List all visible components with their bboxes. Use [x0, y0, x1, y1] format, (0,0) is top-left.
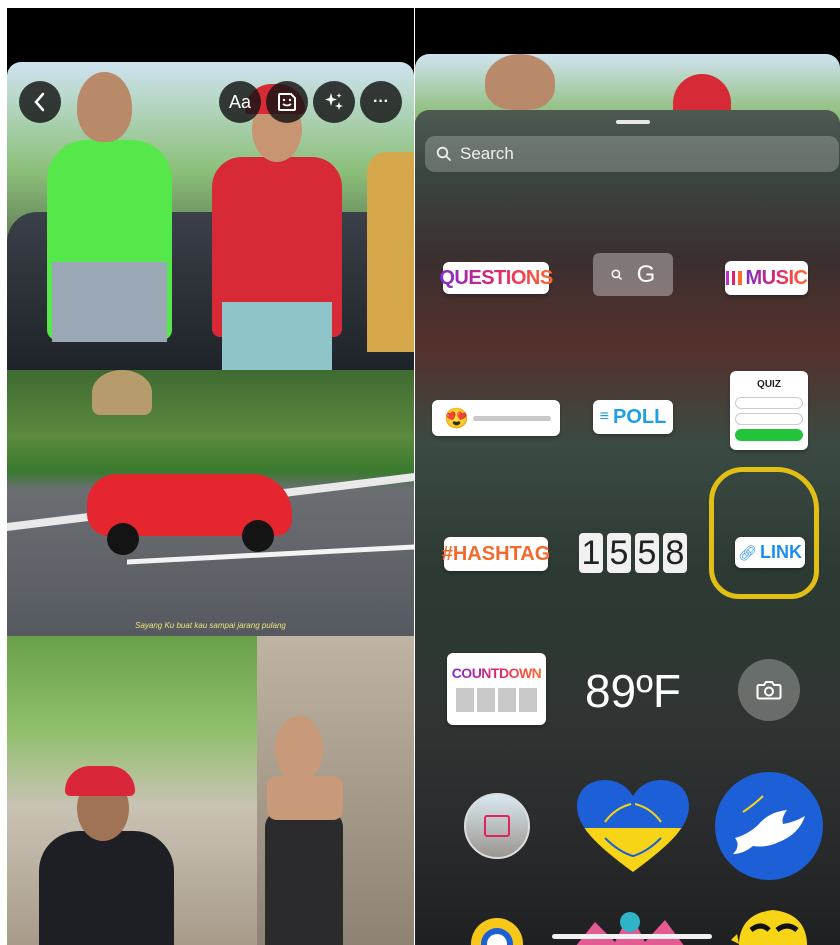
drag-handle[interactable]: [616, 120, 650, 124]
poll-lines-icon: ≡: [599, 408, 609, 425]
sticker-button[interactable]: [266, 81, 308, 123]
emoji-slider-sticker[interactable]: 😍: [432, 400, 560, 436]
countdown-sticker[interactable]: COUNTDOWN: [447, 653, 546, 725]
hashtag-label: #HASHTAG: [441, 542, 551, 565]
flower-icon: [471, 918, 523, 945]
search-icon: [611, 269, 622, 280]
effects-button[interactable]: [313, 81, 355, 123]
search-placeholder: Search: [460, 144, 514, 163]
time-digit: 5: [635, 533, 659, 573]
time-digit: 8: [663, 533, 687, 573]
link-icon: 🔗︎: [737, 544, 758, 562]
more-button[interactable]: ···: [360, 81, 402, 123]
text-tool-button[interactable]: Aa: [219, 81, 261, 123]
camera-icon: [756, 681, 782, 700]
face-icon: [731, 910, 807, 945]
text-tool-label: Aa: [228, 91, 252, 112]
video-caption: Sayang Ku buat kau sampai jarang pulang: [135, 621, 286, 630]
ukraine-heart-sticker[interactable]: [575, 778, 691, 874]
gif-label: G: [636, 260, 656, 288]
poll-label: POLL: [613, 405, 667, 428]
temperature-sticker[interactable]: 89ºF: [575, 665, 691, 717]
search-bar[interactable]: Search: [425, 136, 839, 172]
link-highlight-scribble: [709, 467, 819, 599]
countdown-label: COUNTDOWN: [451, 665, 542, 681]
quiz-option-1: [735, 397, 803, 409]
quiz-option-2: [735, 413, 803, 425]
chevron-left-icon: [34, 92, 45, 112]
search-icon: [436, 146, 451, 161]
sparkles-icon: [325, 93, 343, 110]
heart-icon: [577, 780, 689, 872]
sunflower-sticker[interactable]: [453, 900, 541, 945]
countdown-blocks: [456, 688, 537, 712]
hashtag-sticker[interactable]: #HASHTAG: [441, 537, 551, 571]
questions-sticker[interactable]: QUESTIONS: [439, 262, 553, 294]
face-sticker[interactable]: [727, 900, 819, 945]
sticker-icon: [278, 93, 296, 111]
person-silver-dress: [265, 811, 343, 945]
image-icon: [484, 815, 510, 837]
photo-bottom: [7, 636, 414, 945]
link-label: LINK: [760, 542, 803, 562]
quiz-sticker[interactable]: QUIZ: [730, 371, 808, 450]
time-digit: 5: [607, 533, 631, 573]
music-sticker[interactable]: MUSIC: [725, 261, 808, 295]
link-sticker[interactable]: 🔗︎ LINK: [735, 537, 805, 568]
sticker-tray-panel: Search QUESTIONS G MUSIC 😍 ≡ POLL QUIZ #…: [415, 8, 840, 945]
quiz-option-correct: [735, 429, 803, 441]
music-label: MUSIC: [745, 266, 808, 289]
time-digit: 1: [579, 533, 603, 573]
photo-middle: Sayang Ku buat kau sampai jarang pulang: [7, 370, 414, 636]
camera-sticker[interactable]: [738, 659, 800, 721]
music-bars-icon: [725, 271, 742, 285]
poll-sticker[interactable]: ≡ POLL: [593, 400, 673, 434]
story-preview-panel: Aa ··· Sayang Ku buat kau sampai jarang …: [7, 8, 414, 945]
heart-eyes-emoji-icon: 😍: [444, 407, 469, 430]
sticker-tray-sheet[interactable]: Search QUESTIONS G MUSIC 😍 ≡ POLL QUIZ #…: [415, 110, 840, 945]
temperature-label: 89ºF: [584, 665, 682, 717]
dove-icon: [733, 795, 805, 854]
questions-label: QUESTIONS: [439, 266, 553, 289]
back-button[interactable]: [19, 81, 61, 123]
photo-sticker[interactable]: [464, 793, 530, 859]
time-sticker[interactable]: 1 5 5 8: [575, 531, 691, 575]
slider-track: [472, 415, 551, 421]
home-indicator: [552, 934, 712, 939]
quiz-label: QUIZ: [757, 379, 781, 390]
gif-sticker[interactable]: G: [593, 253, 673, 296]
more-icon: ···: [373, 93, 389, 110]
person-black-jacket: [39, 831, 174, 945]
peace-dove-sticker[interactable]: [715, 772, 823, 880]
